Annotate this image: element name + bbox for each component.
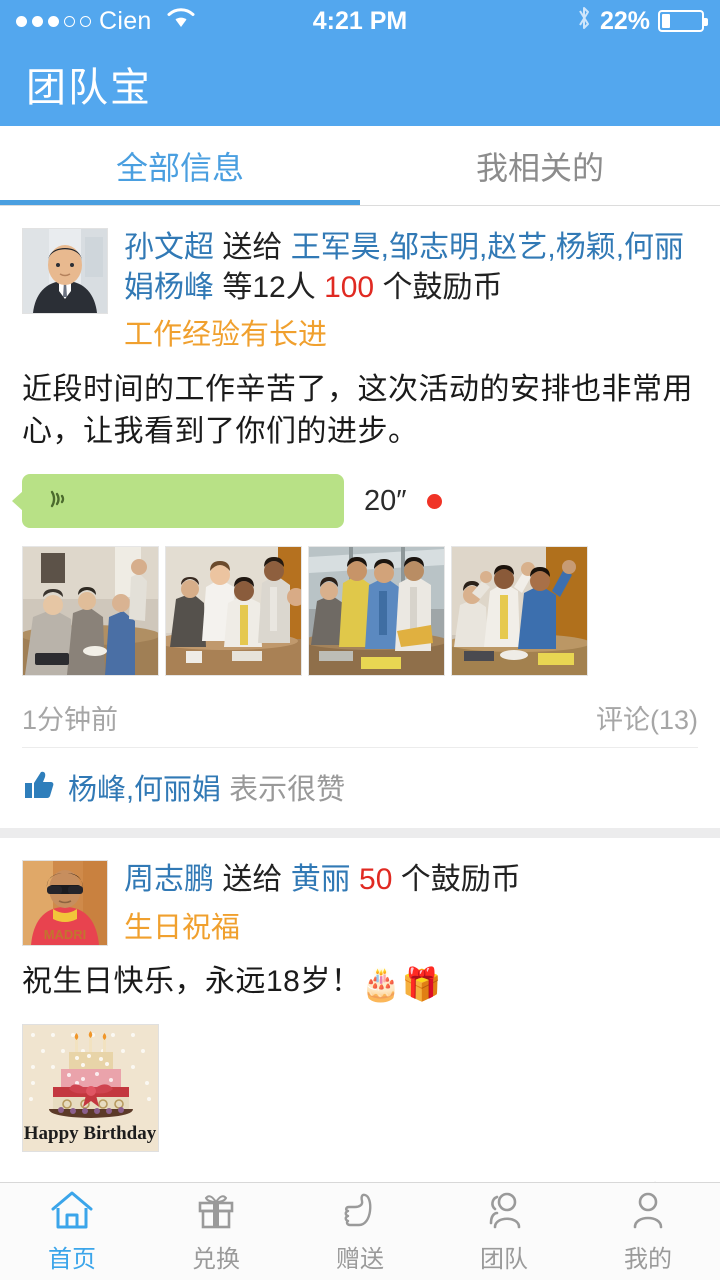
post-headline: 周志鹏 送给 黄丽 50 个鼓励币 [124,860,698,900]
post-top: MADRI 周志鹏 送给 黄丽 50 个鼓励币 生日祝福 [22,860,698,947]
segment-tabs: 全部信息 我相关的 [0,126,720,206]
post-photo-2[interactable] [165,546,302,677]
people-icon [481,1189,527,1236]
tab-related-to-me[interactable]: 我相关的 [360,126,720,205]
tab-all-messages[interactable]: 全部信息 [0,126,360,205]
post-photo-1[interactable] [22,546,159,677]
svg-text:Happy Birthday: Happy Birthday [24,1123,157,1144]
post-body: 孙文超 送给 王军昊,邹志明,赵艺,杨颖,何丽娟杨峰 等12人 100 个鼓励币… [124,228,698,355]
nav-label-give: 赠送 [336,1246,384,1273]
post-content-text: 祝生日快乐，永远18岁！ [22,965,362,999]
wifi-icon [166,7,196,36]
post-content-row: 祝生日快乐，永远18岁！🎂🎁 [22,961,698,1007]
nav-label-home: 首页 [48,1246,96,1273]
page-title: 团队宝 [26,66,152,110]
voice-duration-label: 20″ [364,484,407,517]
post-meta: 2015-03-30 09:24:08 评论(5) [22,1174,698,1182]
sound-wave-icon [44,484,74,519]
tab-active-underline [0,200,360,205]
svg-text:MADRI: MADRI [44,927,87,942]
bluetooth-icon [576,5,592,38]
post-comment-count[interactable]: 评论(5) [611,1174,698,1182]
nav-label-exchange: 兑换 [192,1246,240,1273]
post-likes-text: 杨峰,何丽娟 表示很赞 [68,766,345,808]
feed-post[interactable]: 孙文超 送给 王军昊,邹志明,赵艺,杨颖,何丽娟杨峰 等12人 100 个鼓励币… [0,206,720,839]
gift-icon [193,1189,239,1236]
post-meta: 1分钟前 评论(13) [22,698,698,741]
voice-unread-dot [426,493,442,509]
post-likes-names[interactable]: 杨峰,何丽娟 [68,774,221,806]
status-bar: Cien 4:21 PM 22% [0,0,720,42]
person-icon [625,1189,671,1236]
post-body: 周志鹏 送给 黄丽 50 个鼓励币 生日祝福 [124,860,698,947]
app-header: 团队宝 [0,42,720,126]
post-others-count: 等12人 [222,270,316,304]
post-subtitle: 工作经验有长进 [124,319,328,352]
post-photo-3[interactable] [308,546,445,677]
post-top: 孙文超 送给 王军昊,邹志明,赵艺,杨颖,何丽娟杨峰 等12人 100 个鼓励币… [22,228,698,355]
home-icon [49,1189,95,1236]
post-photo-grid[interactable] [22,546,698,677]
voice-message-row[interactable]: 20″ [12,474,698,529]
nav-item-home[interactable]: 首页 [0,1183,144,1280]
nav-item-give[interactable]: 赠送 [288,1183,432,1280]
post-content-text: 近段时间的工作辛苦了，这次活动的安排也非常用心，让我看到了你们的进步。 [22,372,693,449]
status-bar-right: 22% [576,5,708,38]
post-likes-row: 杨峰,何丽娟 表示很赞 [22,747,698,828]
post-headline: 孙文超 送给 王军昊,邹志明,赵艺,杨颖,何丽娟杨峰 等12人 100 个鼓励币 [124,228,698,307]
app-screen: Cien 4:21 PM 22% 团队宝 全部信息 我相关的 孙文超 送给 王军… [0,0,720,1280]
battery-percent-label: 22% [599,6,650,35]
nav-item-team[interactable]: 团队 [432,1183,576,1280]
feed-list[interactable]: 孙文超 送给 王军昊,邹志明,赵艺,杨颖,何丽娟杨峰 等12人 100 个鼓励币… [0,206,720,1182]
post-coin-amount: 50 [359,863,393,897]
thumbs-up-icon[interactable] [22,770,54,805]
avatar[interactable] [22,228,108,314]
post-subtitle: 生日祝福 [124,911,241,944]
nav-label-team: 团队 [480,1246,528,1273]
post-coin-amount: 100 [324,270,375,304]
bottom-navigation: 首页 兑换 赠送 团队 我的 [0,1182,720,1280]
cake-gift-emoji: 🎂🎁 [361,966,443,1003]
nav-item-mine[interactable]: 我的 [576,1183,720,1280]
status-bar-left: Cien [16,7,196,36]
thumbs-up-icon [337,1189,383,1236]
battery-icon [658,10,708,32]
post-sender-name[interactable]: 周志鹏 [124,863,214,896]
post-verb: 送给 [222,231,283,264]
post-sender-name[interactable]: 孙文超 [124,231,214,264]
post-timestamp: 1分钟前 [22,705,119,736]
post-verb: 送给 [222,863,283,897]
post-likes-suffix: 表示很赞 [229,774,346,807]
voice-message-bubble[interactable] [12,474,344,529]
feed-post[interactable]: MADRI 周志鹏 送给 黄丽 50 个鼓励币 生日祝福 祝生日快乐，永远18岁… [0,838,720,1182]
signal-strength-dots [16,15,91,27]
nav-label-mine: 我的 [624,1246,672,1273]
post-recipients[interactable]: 黄丽 [291,863,351,896]
avatar[interactable]: MADRI [22,860,108,947]
post-coin-unit: 个鼓励币 [382,270,503,304]
post-image-birthday-card[interactable]: Happy Birthday [22,1023,159,1152]
post-comment-count[interactable]: 评论(13) [596,698,698,737]
post-coin-unit: 个鼓励币 [400,863,521,897]
nav-item-exchange[interactable]: 兑换 [144,1183,288,1280]
carrier-label: Cien [99,6,152,35]
post-photo-4[interactable] [451,546,588,677]
